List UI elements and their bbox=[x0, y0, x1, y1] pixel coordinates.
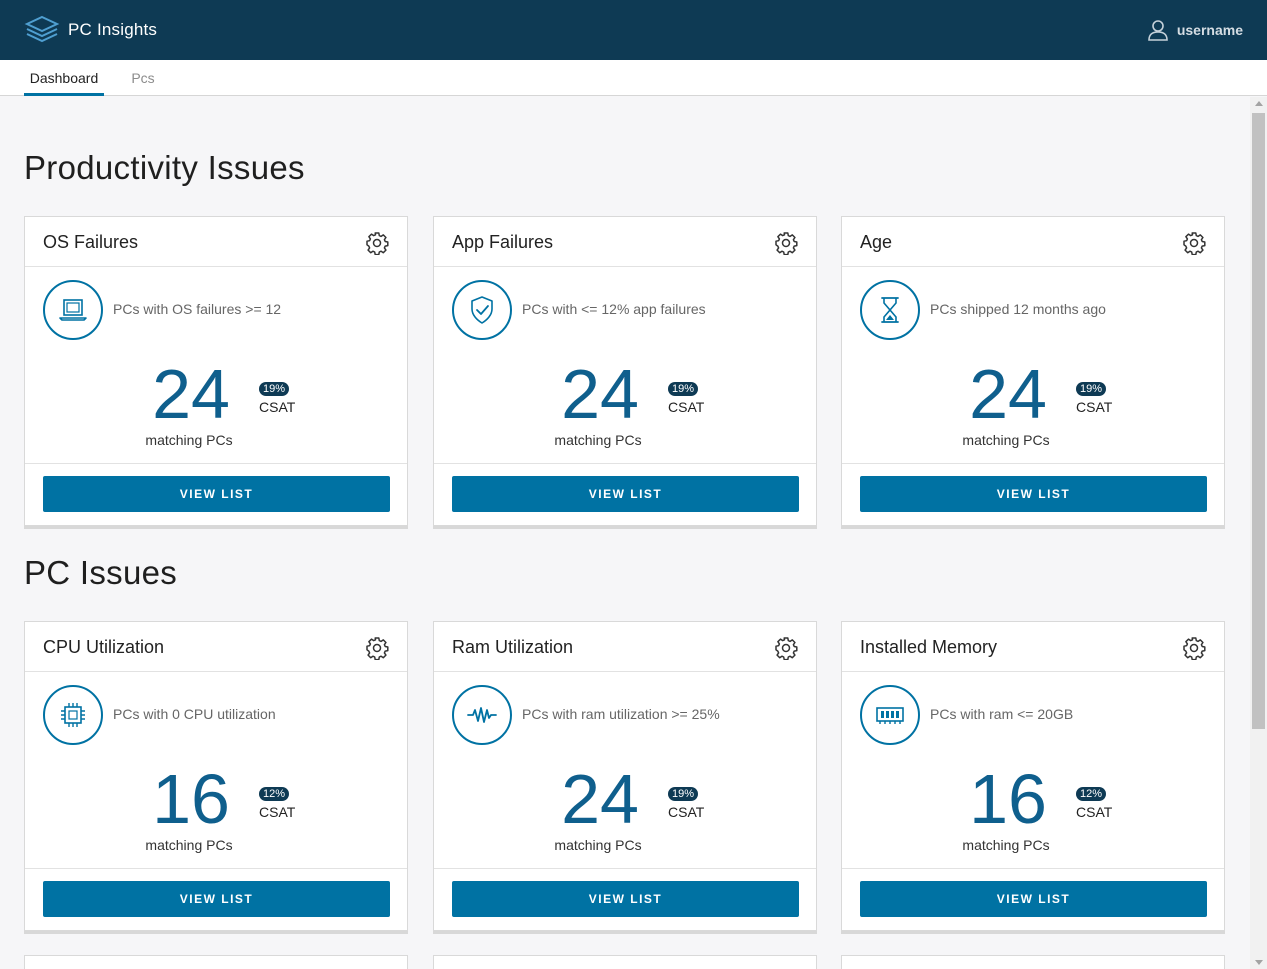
matching-label: matching PCs bbox=[554, 432, 642, 448]
card-title: Age bbox=[860, 232, 893, 252]
hourglass-icon bbox=[881, 297, 899, 323]
card-title: App Failures bbox=[452, 232, 554, 252]
matching-label: matching PCs bbox=[554, 837, 642, 853]
card-partial bbox=[24, 955, 408, 969]
scrollbar-thumb[interactable] bbox=[1252, 113, 1265, 729]
card-header: Installed Memory bbox=[842, 622, 1224, 672]
user-menu[interactable]: username bbox=[1147, 0, 1243, 60]
memory-icon bbox=[876, 707, 904, 724]
laptop-icon-badge bbox=[43, 280, 103, 340]
memory-icon-badge bbox=[860, 685, 920, 745]
card-age: Age PCs shipped 12 months ago 24 19% CSA… bbox=[841, 216, 1225, 526]
card-description: PCs with 0 CPU utilization bbox=[113, 706, 276, 722]
section-title-productivity: Productivity Issues bbox=[24, 149, 305, 186]
csat-badge: 19% bbox=[668, 382, 699, 396]
view-list-button[interactable]: VIEW LIST bbox=[452, 881, 799, 917]
card-header: App Failures bbox=[434, 217, 816, 267]
csat-badge: 12% bbox=[1076, 787, 1107, 801]
matching-label: matching PCs bbox=[962, 432, 1050, 448]
card-footer: VIEW LIST bbox=[25, 463, 407, 527]
scroll-down-arrow-icon[interactable] bbox=[1255, 960, 1263, 965]
view-list-button[interactable]: VIEW LIST bbox=[452, 476, 799, 512]
card-header: Age bbox=[842, 217, 1224, 267]
gear-icon[interactable] bbox=[1182, 636, 1206, 660]
card-footer: VIEW LIST bbox=[842, 868, 1224, 932]
csat-label: CSAT bbox=[668, 804, 705, 820]
view-list-button[interactable]: VIEW LIST bbox=[860, 476, 1207, 512]
matching-count: 16 bbox=[152, 760, 230, 838]
waveform-icon bbox=[467, 707, 497, 723]
username-label: username bbox=[1176, 22, 1243, 38]
csat-label: CSAT bbox=[668, 399, 705, 415]
hourglass-icon-badge bbox=[860, 280, 920, 340]
card-installed-memory: Installed Memory PCs with ram <= 20GB 16… bbox=[841, 621, 1225, 931]
matching-count: 24 bbox=[969, 355, 1047, 433]
tab-bar: Dashboard Pcs bbox=[0, 60, 1267, 96]
card-os-failures: OS Failures PCs with OS failures >= 12 2… bbox=[24, 216, 408, 526]
card-description: PCs with ram <= 20GB bbox=[930, 706, 1074, 722]
brand[interactable]: PC Insights bbox=[24, 14, 157, 46]
csat-label: CSAT bbox=[1076, 399, 1113, 415]
matching-count: 24 bbox=[561, 355, 639, 433]
shield-icon-badge bbox=[452, 280, 512, 340]
matching-count: 24 bbox=[152, 355, 230, 433]
csat-label: CSAT bbox=[259, 804, 296, 820]
matching-label: matching PCs bbox=[962, 837, 1050, 853]
card-footer: VIEW LIST bbox=[434, 463, 816, 527]
shield-check-icon bbox=[471, 296, 493, 324]
card-title: OS Failures bbox=[43, 232, 139, 252]
card-title: CPU Utilization bbox=[43, 637, 165, 657]
card-header: CPU Utilization bbox=[25, 622, 407, 672]
matching-count: 24 bbox=[561, 760, 639, 838]
card-app-failures: App Failures PCs with <= 12% app failure… bbox=[433, 216, 817, 526]
cpu-icon bbox=[61, 703, 85, 727]
view-list-button[interactable]: VIEW LIST bbox=[43, 476, 390, 512]
csat-label: CSAT bbox=[1076, 804, 1113, 820]
csat-badge: 19% bbox=[1076, 382, 1107, 396]
card-header: OS Failures bbox=[25, 217, 407, 267]
gear-icon[interactable] bbox=[774, 231, 798, 255]
card-description: PCs with OS failures >= 12 bbox=[113, 301, 282, 317]
laptop-icon bbox=[59, 299, 87, 321]
app-title: PC Insights bbox=[68, 20, 158, 39]
card-title: Ram Utilization bbox=[452, 637, 574, 657]
vertical-scrollbar[interactable] bbox=[1250, 97, 1267, 969]
app-header: PC Insights username bbox=[0, 0, 1267, 60]
dashboard-content: Productivity Issues OS Failures PCs with… bbox=[0, 97, 1250, 969]
card-title: Installed Memory bbox=[860, 637, 998, 657]
matching-label: matching PCs bbox=[145, 432, 233, 448]
card-header: Ram Utilization bbox=[434, 622, 816, 672]
card-footer: VIEW LIST bbox=[434, 868, 816, 932]
tab-pcs[interactable]: Pcs bbox=[121, 60, 165, 96]
scroll-up-arrow-icon[interactable] bbox=[1255, 101, 1263, 106]
view-list-button[interactable]: VIEW LIST bbox=[43, 881, 390, 917]
card-description: PCs with <= 12% app failures bbox=[522, 301, 706, 317]
user-icon bbox=[1148, 20, 1168, 41]
layers-logo-icon bbox=[24, 15, 60, 43]
card-description: PCs with ram utilization >= 25% bbox=[522, 706, 720, 722]
card-partial bbox=[433, 955, 817, 969]
tab-dashboard[interactable]: Dashboard bbox=[24, 60, 104, 96]
card-footer: VIEW LIST bbox=[25, 868, 407, 932]
section-title-pc-issues: PC Issues bbox=[24, 554, 178, 591]
gear-icon[interactable] bbox=[365, 636, 389, 660]
card-description: PCs shipped 12 months ago bbox=[930, 301, 1106, 317]
waveform-icon-badge bbox=[452, 685, 512, 745]
matching-count: 16 bbox=[969, 760, 1047, 838]
csat-label: CSAT bbox=[259, 399, 296, 415]
csat-badge: 19% bbox=[668, 787, 699, 801]
cpu-icon-badge bbox=[43, 685, 103, 745]
card-partial bbox=[841, 955, 1225, 969]
card-footer: VIEW LIST bbox=[842, 463, 1224, 527]
csat-badge: 12% bbox=[259, 787, 290, 801]
card-ram-utilization: Ram Utilization PCs with ram utilization… bbox=[433, 621, 817, 931]
view-list-button[interactable]: VIEW LIST bbox=[860, 881, 1207, 917]
gear-icon[interactable] bbox=[774, 636, 798, 660]
gear-icon[interactable] bbox=[365, 231, 389, 255]
matching-label: matching PCs bbox=[145, 837, 233, 853]
gear-icon[interactable] bbox=[1182, 231, 1206, 255]
card-cpu-utilization: CPU Utilization PCs with 0 CPU utilizati… bbox=[24, 621, 408, 931]
csat-badge: 19% bbox=[259, 382, 290, 396]
